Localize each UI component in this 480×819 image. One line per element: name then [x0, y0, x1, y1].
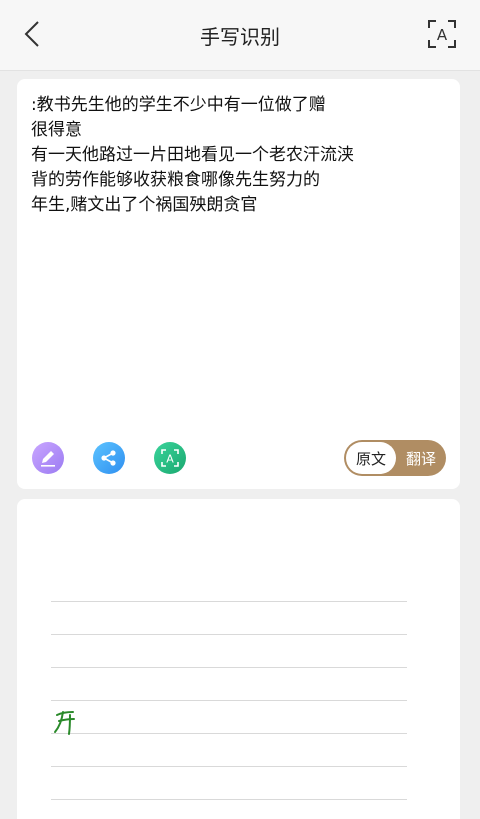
- svg-text:A: A: [166, 453, 174, 466]
- guide-line: [51, 634, 407, 635]
- recognition-result-card: :教书先生他的学生不少中有一位做了赠 很得意 有一天他路过一片田地看见一个老农汗…: [17, 79, 460, 489]
- page-title: 手写识别: [200, 24, 280, 49]
- guide-line: [51, 700, 407, 701]
- original-tab[interactable]: 原文: [346, 442, 396, 474]
- share-button[interactable]: [93, 442, 125, 474]
- pencil-icon: [41, 451, 55, 467]
- guide-line: [51, 601, 407, 602]
- text-scan-button[interactable]: A: [422, 14, 462, 54]
- edit-button[interactable]: [32, 442, 64, 474]
- text-recognize-button[interactable]: A: [154, 442, 186, 474]
- text-recognize-icon: A: [161, 449, 179, 467]
- guide-line: [51, 733, 407, 734]
- handwriting-canvas[interactable]: [17, 499, 460, 819]
- share-icon: [101, 450, 116, 466]
- app-header: 手写识别 A: [0, 0, 480, 71]
- recognized-text[interactable]: :教书先生他的学生不少中有一位做了赠 很得意 有一天他路过一片田地看见一个老农汗…: [31, 93, 448, 218]
- svg-text:A: A: [437, 26, 448, 44]
- guide-line: [51, 667, 407, 668]
- original-translate-toggle[interactable]: 原文 翻译: [344, 440, 446, 476]
- guide-line: [51, 766, 407, 767]
- translate-tab[interactable]: 翻译: [398, 440, 444, 476]
- handwritten-stroke: [54, 711, 75, 735]
- text-scan-icon: A: [428, 20, 456, 48]
